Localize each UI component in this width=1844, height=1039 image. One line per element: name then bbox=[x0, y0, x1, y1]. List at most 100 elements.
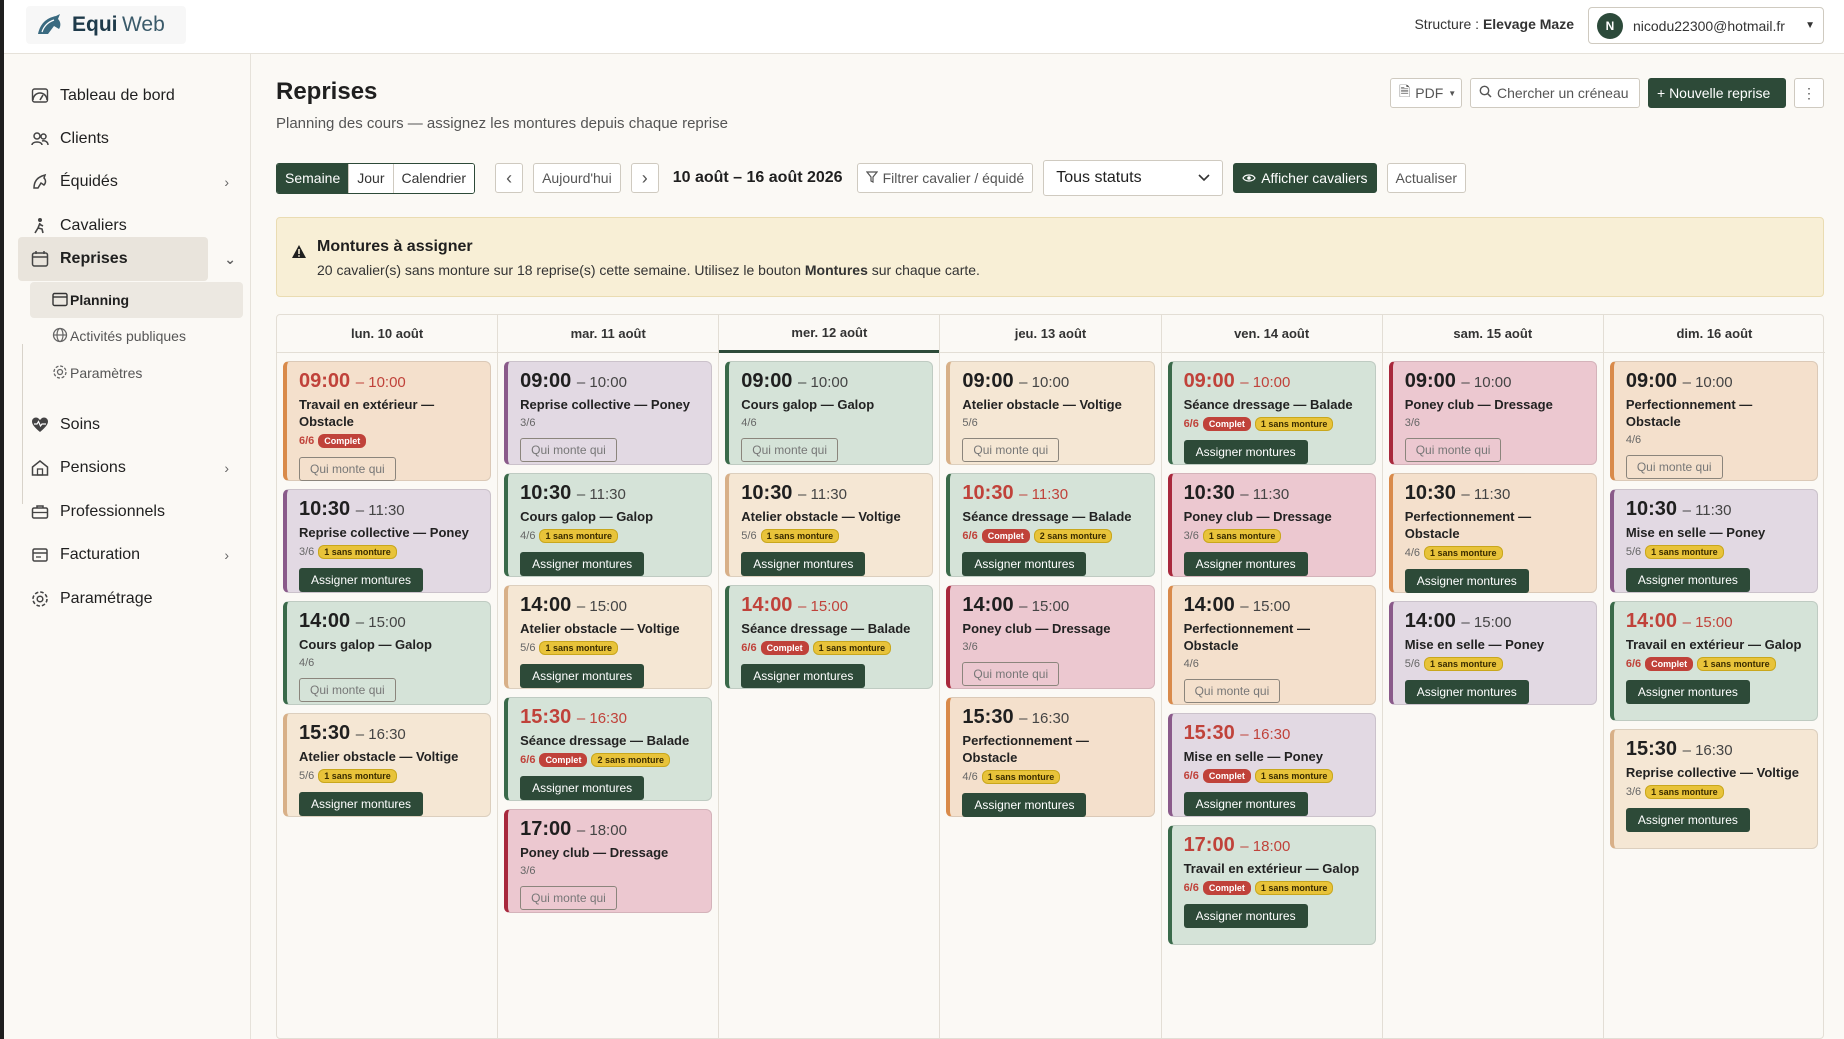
assign-mounts-button[interactable]: Assigner montures bbox=[1183, 904, 1308, 928]
assign-mounts-button[interactable]: Assigner montures bbox=[741, 552, 866, 576]
lesson-card[interactable]: 09:00 – 10:00 Poney club — Dressage 3/6 Qui… bbox=[1388, 361, 1597, 465]
lesson-card[interactable]: 14:00 – 15:00 Séance dressage — Balade 6/6… bbox=[725, 585, 934, 689]
lesson-card[interactable]: 14:00 – 15:00 Travail en extérieur — Galo… bbox=[1609, 601, 1818, 721]
who-rides-who-button[interactable]: Qui monte qui bbox=[741, 438, 838, 462]
view-calendar-button[interactable]: Calendrier bbox=[392, 163, 475, 193]
lesson-card[interactable]: 14:00 – 15:00 Poney club — Dressage 3/6 Qui… bbox=[946, 585, 1155, 689]
view-day-button[interactable]: Jour bbox=[348, 163, 393, 193]
assign-mounts-button[interactable]: Assigner montures bbox=[1625, 568, 1750, 592]
assign-mounts-button[interactable]: Assigner montures bbox=[520, 552, 645, 576]
new-reprise-button[interactable]: + Nouvelle reprise bbox=[1648, 78, 1786, 108]
lesson-card[interactable]: 14:00 – 15:00 Cours galop — Galop 4/6 Qui m… bbox=[283, 601, 492, 705]
assign-mounts-button[interactable]: Assigner montures bbox=[1625, 808, 1750, 832]
who-rides-who-button[interactable]: Qui monte qui bbox=[1625, 455, 1723, 479]
lesson-card[interactable]: 09:00 – 10:00 Reprise collective — Poney 3… bbox=[504, 361, 713, 465]
chevron-down-icon[interactable]: ⌄ bbox=[224, 251, 236, 268]
assign-mounts-button[interactable]: Assigner montures bbox=[299, 792, 424, 816]
assign-mounts-button[interactable]: Assigner montures bbox=[1625, 680, 1750, 704]
lesson-card[interactable]: 17:00 – 18:00 Travail en extérieur — Galo… bbox=[1167, 825, 1376, 945]
assign-mounts-button[interactable]: Assigner montures bbox=[520, 776, 645, 800]
lesson-time: 15:30 – 16:30 bbox=[1625, 738, 1733, 760]
today-button[interactable]: Aujourd'hui bbox=[533, 163, 621, 193]
lesson-meta: 6/6 Complet 1 sans monture bbox=[1626, 657, 1805, 671]
assign-mounts-button[interactable]: Assigner montures bbox=[1404, 569, 1529, 593]
refresh-button[interactable]: Actualiser bbox=[1386, 163, 1467, 193]
lesson-card[interactable]: 10:30 – 11:30 Cours galop — Galop 4/6 1 san… bbox=[504, 473, 713, 577]
sidebar-item-clients[interactable]: Clients bbox=[18, 117, 243, 161]
assign-mounts-button[interactable]: Assigner montures bbox=[520, 664, 645, 688]
assign-mounts-button[interactable]: Assigner montures bbox=[1183, 792, 1308, 816]
app-logo[interactable]: Equi Web bbox=[26, 6, 186, 44]
prev-week-button[interactable]: ‹ bbox=[495, 163, 524, 193]
assign-mounts-button[interactable]: Assigner montures bbox=[962, 793, 1087, 817]
lesson-card[interactable]: 14:00 – 15:00 Atelier obstacle — Voltige 5… bbox=[504, 585, 713, 689]
user-menu[interactable]: N nicodu22300@hotmail.fr ▼ bbox=[1588, 7, 1824, 44]
full-badge: Complet bbox=[1202, 769, 1251, 783]
assign-mounts-button[interactable]: Assigner montures bbox=[962, 552, 1087, 576]
who-rides-who-button[interactable]: Qui monte qui bbox=[299, 678, 396, 702]
sidebar-subitem-activites[interactable]: Activités publiques bbox=[30, 318, 243, 354]
sidebar-item-professionnels[interactable]: Professionnels bbox=[18, 490, 243, 534]
lesson-card[interactable]: 10:30 – 11:30 Séance dressage — Balade 6/6… bbox=[946, 473, 1155, 577]
lesson-title: Atelier obstacle — Voltige bbox=[299, 749, 459, 764]
lesson-card[interactable]: 10:30 – 11:30 Perfectionnement — Obstacle… bbox=[1388, 473, 1597, 593]
lesson-card[interactable]: 09:00 – 10:00 Travail en extérieur — Obst… bbox=[283, 361, 492, 481]
sidebar-subitem-parametres[interactable]: Paramètres bbox=[30, 355, 243, 391]
lesson-card[interactable]: 15:30 – 16:30 Mise en selle — Poney 6/6 Com… bbox=[1167, 713, 1376, 817]
who-rides-who-button[interactable]: Qui monte qui bbox=[299, 457, 396, 481]
day-header: dim. 16 août bbox=[1603, 315, 1825, 353]
assign-mounts-button[interactable]: Assigner montures bbox=[299, 568, 424, 592]
lesson-card[interactable]: 15:30 – 16:30 Atelier obstacle — Voltige 5… bbox=[283, 713, 492, 817]
assign-mounts-button[interactable]: Assigner montures bbox=[741, 664, 866, 688]
who-rides-who-button[interactable]: Qui monte qui bbox=[962, 662, 1060, 686]
sidebar-item-pensions[interactable]: Pensions › bbox=[18, 446, 243, 490]
who-rides-who-button[interactable]: Qui monte qui bbox=[1183, 679, 1281, 703]
who-rides-who-button[interactable]: Qui monte qui bbox=[520, 438, 617, 462]
search-slot-button[interactable]: Chercher un créneau bbox=[1470, 78, 1640, 108]
sidebar-item-reprises[interactable]: Reprises ⌄ bbox=[18, 237, 236, 281]
assign-mounts-button[interactable]: Assigner montures bbox=[1183, 552, 1308, 576]
who-rides-who-button[interactable]: Qui monte qui bbox=[520, 886, 617, 910]
view-week-button[interactable]: Semaine bbox=[277, 163, 349, 193]
lesson-title: Perfectionnement — Obstacle bbox=[1625, 397, 1753, 429]
lesson-card[interactable]: 09:00 – 10:00 Perfectionnement — Obstacle… bbox=[1609, 361, 1818, 481]
lesson-card[interactable]: 17:00 – 18:00 Poney club — Dressage 3/6 Qui… bbox=[504, 809, 713, 913]
lesson-card[interactable]: 10:30 – 11:30 Mise en selle — Poney 5/6 1 s… bbox=[1609, 489, 1818, 593]
lesson-card[interactable]: 15:30 – 16:30 Séance dressage — Balade 6/6… bbox=[504, 697, 713, 801]
sidebar-item-soins[interactable]: Soins bbox=[18, 403, 243, 447]
lesson-card[interactable]: 14:00 – 15:00 Mise en selle — Poney 5/6 1 s… bbox=[1388, 601, 1597, 705]
pdf-button[interactable]: 🗎 PDF ▼ bbox=[1390, 78, 1462, 108]
lesson-card[interactable]: 09:00 – 10:00 Séance dressage — Balade 6/6… bbox=[1167, 361, 1376, 465]
sidebar-item-dashboard[interactable]: Tableau de bord bbox=[18, 74, 243, 118]
filter-button[interactable]: Filtrer cavalier / équidé bbox=[856, 163, 1034, 193]
lesson-card[interactable]: 10:30 – 11:30 Poney club — Dressage 3/6 1 s… bbox=[1167, 473, 1376, 577]
sidebar-item-label: Cavaliers bbox=[60, 217, 127, 234]
lesson-card[interactable]: 15:30 – 16:30 Perfectionnement — Obstacle… bbox=[946, 697, 1155, 817]
next-week-button[interactable]: › bbox=[630, 163, 659, 193]
assign-mounts-button[interactable]: Assigner montures bbox=[1404, 680, 1529, 704]
missing-mount-badge: 1 sans monture bbox=[1645, 545, 1724, 559]
assign-mounts-button[interactable]: Assigner montures bbox=[1183, 440, 1308, 464]
sidebar-subitem-planning[interactable]: Planning bbox=[30, 282, 243, 318]
lesson-card[interactable]: 10:30 – 11:30 Reprise collective — Poney 3… bbox=[283, 489, 492, 593]
lesson-card[interactable]: 09:00 – 10:00 Atelier obstacle — Voltige 5… bbox=[946, 361, 1155, 465]
sidebar-item-equides[interactable]: Équidés › bbox=[18, 160, 243, 204]
more-options-button[interactable]: ⋮ bbox=[1794, 78, 1824, 108]
lesson-card[interactable]: 10:30 – 11:30 Atelier obstacle — Voltige 5… bbox=[725, 473, 934, 577]
sidebar-item-parametrage[interactable]: Paramétrage bbox=[18, 577, 243, 621]
lesson-meta: 6/6 Complet 1 sans monture bbox=[1184, 769, 1363, 783]
status-select[interactable]: Tous statuts bbox=[1043, 160, 1224, 196]
lesson-card[interactable]: 15:30 – 16:30 Reprise collective — Voltig… bbox=[1609, 729, 1818, 849]
chevron-down-icon bbox=[1198, 169, 1210, 187]
sidebar-item-label: Soins bbox=[60, 416, 101, 433]
calendar-icon bbox=[30, 249, 50, 269]
lesson-time: 14:00 – 15:00 bbox=[1625, 610, 1733, 632]
filter-label: Filtrer cavalier / équidé bbox=[882, 170, 1025, 186]
who-rides-who-button[interactable]: Qui monte qui bbox=[1404, 438, 1502, 462]
who-rides-who-button[interactable]: Qui monte qui bbox=[962, 438, 1060, 462]
show-riders-button[interactable]: Afficher cavaliers bbox=[1233, 163, 1377, 193]
missing-mount-badge: 1 sans monture bbox=[1424, 546, 1503, 560]
sidebar-item-facturation[interactable]: Facturation › bbox=[18, 533, 243, 577]
lesson-card[interactable]: 14:00 – 15:00 Perfectionnement — Obstacle… bbox=[1167, 585, 1376, 705]
lesson-card[interactable]: 09:00 – 10:00 Cours galop — Galop 4/6 Qui m… bbox=[725, 361, 934, 465]
